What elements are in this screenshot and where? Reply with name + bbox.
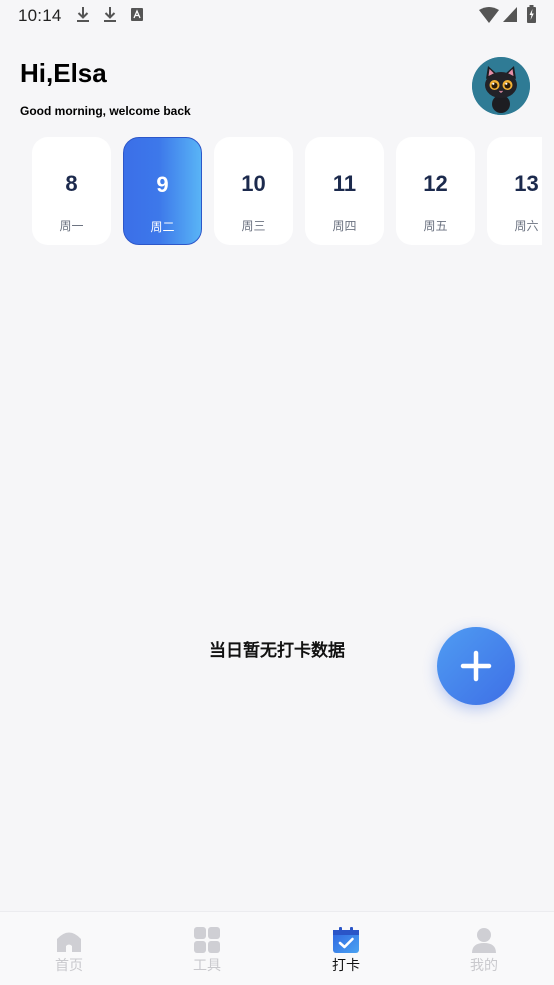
- day-weekday: 周四: [332, 219, 357, 233]
- nav-item-home[interactable]: 首页: [19, 912, 119, 985]
- download-icon: [77, 7, 89, 22]
- wifi-icon: [479, 7, 499, 23]
- battery-icon: [527, 5, 536, 23]
- day-weekday: 周六: [514, 219, 539, 233]
- day-weekday: 周三: [241, 219, 266, 233]
- nav-item-checkin[interactable]: 打卡: [296, 912, 396, 985]
- signal-icon: [503, 7, 517, 22]
- plus-icon: [460, 650, 492, 682]
- keyboard-app-icon: [131, 8, 143, 21]
- day-weekday: 周二: [150, 220, 175, 234]
- day-number: 10: [241, 171, 266, 196]
- day-card[interactable]: 12 周五: [396, 137, 475, 245]
- nav-item-tools[interactable]: 工具: [157, 912, 257, 985]
- nav-label-checkin: 打卡: [332, 957, 360, 973]
- day-number: 11: [332, 171, 357, 196]
- bottom-nav: 首页 工具 打卡 我的: [0, 911, 554, 985]
- calendar-check-icon: [333, 927, 359, 953]
- nav-label-home: 首页: [55, 957, 83, 973]
- day-number: 8: [65, 171, 78, 196]
- day-weekday: 周五: [423, 219, 448, 233]
- day-number: 12: [423, 171, 448, 196]
- day-number: 13: [514, 171, 539, 196]
- day-card[interactable]: 8 周一: [32, 137, 111, 245]
- day-card[interactable]: 11 周四: [305, 137, 384, 245]
- status-time: 10:14: [18, 6, 62, 25]
- status-bar: 10:14: [0, 0, 554, 30]
- day-selector: 8 周一 9 周二 10 周三 11 周四 12 周五 13 周六: [0, 137, 542, 245]
- avatar[interactable]: [472, 57, 530, 115]
- nav-label-profile: 我的: [470, 957, 498, 973]
- greeting-title: Hi,Elsa: [20, 58, 107, 88]
- day-number: 9: [156, 172, 169, 197]
- nav-item-profile[interactable]: 我的: [434, 912, 534, 985]
- home-icon: [57, 932, 81, 952]
- person-icon: [472, 928, 496, 953]
- day-card-selected[interactable]: 9 周二: [123, 137, 202, 245]
- add-checkin-button[interactable]: [437, 627, 515, 705]
- greeting-subtitle: Good morning, welcome back: [20, 104, 191, 118]
- cat-avatar-icon: [472, 57, 530, 115]
- download-icon: [104, 7, 116, 22]
- nav-label-tools: 工具: [193, 957, 221, 973]
- day-card[interactable]: 13 周六: [487, 137, 542, 245]
- day-card[interactable]: 10 周三: [214, 137, 293, 245]
- grid-icon: [194, 927, 220, 953]
- day-weekday: 周一: [59, 219, 84, 233]
